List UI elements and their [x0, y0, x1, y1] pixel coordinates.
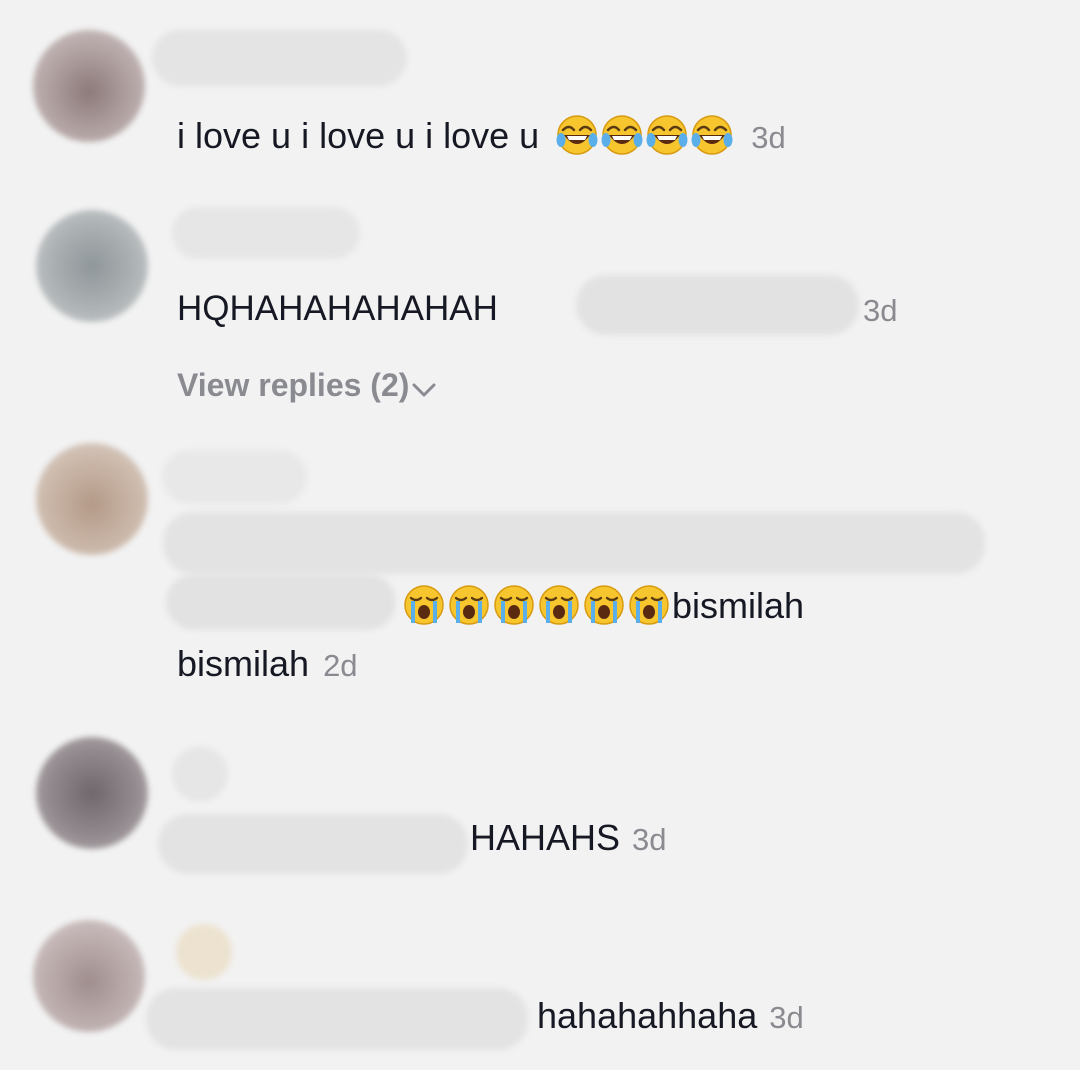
username-redacted[interactable] [152, 30, 407, 86]
comment-text-row: i love u i love u i love u 3d [177, 113, 786, 160]
comment-text-row: bismilah [402, 583, 804, 628]
loudly-crying-face-icon [492, 583, 536, 627]
loudly-crying-face-icon [627, 583, 671, 627]
view-replies-button[interactable]: View replies (2) [177, 367, 437, 408]
loudly-crying-face-icon [582, 583, 626, 627]
avatar[interactable] [36, 737, 148, 849]
comment-item: HAHAHS 3d [0, 730, 1080, 890]
loudly-crying-face-icon [402, 583, 446, 627]
comment-item: bismilah bismilah 2d [0, 440, 1080, 700]
timestamp: 3d [863, 293, 898, 328]
comment-item: HQHAHAHAHAHAH 3d View replies (2) [0, 195, 1080, 425]
loudly-crying-face-icon [447, 583, 491, 627]
comment-text-row: bismilah 2d [177, 642, 358, 688]
redacted-text [163, 512, 985, 574]
timestamp: 3d [769, 1000, 804, 1035]
chevron-down-icon [411, 371, 437, 408]
view-replies-label: View replies (2) [177, 367, 410, 403]
face-with-tears-of-joy-icon [600, 113, 644, 157]
username-redacted[interactable] [172, 746, 228, 802]
face-with-tears-of-joy-icon [555, 113, 599, 157]
avatar[interactable] [33, 920, 145, 1032]
timestamp: 3d [632, 822, 667, 857]
comment-text-row: HAHAHS 3d [470, 816, 667, 862]
avatar[interactable] [36, 210, 148, 322]
avatar[interactable] [33, 30, 145, 142]
comment-text-row: hahahahhaha 3d [537, 994, 804, 1040]
loudly-crying-face-icon [537, 583, 581, 627]
face-with-tears-of-joy-icon [645, 113, 689, 157]
comment-text: bismilah [177, 643, 310, 684]
comment-text: i love u i love u i love u [177, 115, 540, 156]
comment-item: i love u i love u i love u 3d [0, 0, 1080, 180]
redacted-text [576, 275, 859, 335]
redacted-text [166, 574, 396, 630]
comment-text: HQHAHAHAHAHAH [177, 289, 498, 328]
face-with-tears-of-joy-icon [690, 113, 734, 157]
redacted-text [158, 814, 468, 874]
username-redacted[interactable] [162, 450, 307, 504]
redacted-text [146, 988, 528, 1050]
comment-text: bismilah [672, 585, 805, 626]
comment-text: HAHAHS [470, 817, 621, 858]
comment-item: hahahahhaha 3d [0, 910, 1080, 1070]
username-redacted[interactable] [176, 924, 232, 980]
avatar[interactable] [36, 443, 148, 555]
comment-text: hahahahhaha [537, 995, 758, 1036]
username-redacted[interactable] [172, 207, 360, 259]
timestamp: 3d [751, 120, 786, 155]
timestamp: 2d [323, 648, 358, 683]
